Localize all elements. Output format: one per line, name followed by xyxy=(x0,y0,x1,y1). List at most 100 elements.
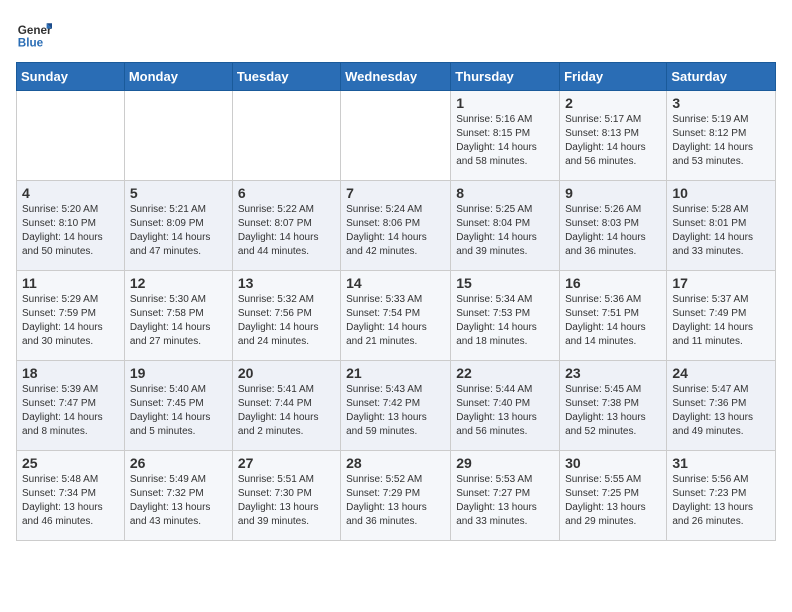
calendar-cell: 11 Sunrise: 5:29 AM Sunset: 7:59 PM Dayli… xyxy=(17,271,125,361)
day-info: Sunrise: 5:24 AM Sunset: 8:06 PM Dayligh… xyxy=(346,203,445,259)
day-info: Sunrise: 5:17 AM Sunset: 8:13 PM Dayligh… xyxy=(565,113,661,169)
day-info: Sunrise: 5:48 AM Sunset: 7:34 PM Dayligh… xyxy=(22,473,119,529)
day-number: 24 xyxy=(672,365,770,381)
day-number: 15 xyxy=(456,275,554,291)
day-info: Sunrise: 5:34 AM Sunset: 7:53 PM Dayligh… xyxy=(456,293,554,349)
weekday-header-thursday: Thursday xyxy=(451,63,560,91)
day-info: Sunrise: 5:55 AM Sunset: 7:25 PM Dayligh… xyxy=(565,473,661,529)
day-info: Sunrise: 5:37 AM Sunset: 7:49 PM Dayligh… xyxy=(672,293,770,349)
day-number: 31 xyxy=(672,455,770,471)
weekday-header-row: SundayMondayTuesdayWednesdayThursdayFrid… xyxy=(17,63,776,91)
calendar-cell: 9 Sunrise: 5:26 AM Sunset: 8:03 PM Daylig… xyxy=(560,181,667,271)
calendar-cell: 30 Sunrise: 5:55 AM Sunset: 7:25 PM Dayli… xyxy=(560,451,667,541)
day-number: 12 xyxy=(130,275,227,291)
weekday-header-wednesday: Wednesday xyxy=(341,63,451,91)
day-info: Sunrise: 5:36 AM Sunset: 7:51 PM Dayligh… xyxy=(565,293,661,349)
calendar-cell xyxy=(124,91,232,181)
weekday-header-sunday: Sunday xyxy=(17,63,125,91)
calendar-cell: 8Sunrise: 5:25 AM Sunset: 8:04 PM Daylig… xyxy=(451,181,560,271)
calendar-week-row: 1 Sunrise: 5:16 AM Sunset: 8:15 PM Daylig… xyxy=(17,91,776,181)
calendar-week-row: 18Sunrise: 5:39 AM Sunset: 7:47 PM Dayli… xyxy=(17,361,776,451)
calendar-cell: 26 Sunrise: 5:49 AM Sunset: 7:32 PM Dayli… xyxy=(124,451,232,541)
day-number: 23 xyxy=(565,365,661,381)
day-number: 13 xyxy=(238,275,335,291)
day-number: 2 xyxy=(565,95,661,111)
day-info: Sunrise: 5:32 AM Sunset: 7:56 PM Dayligh… xyxy=(238,293,335,349)
weekday-header-tuesday: Tuesday xyxy=(232,63,340,91)
day-number: 6 xyxy=(238,185,335,201)
day-number: 9 xyxy=(565,185,661,201)
calendar-cell: 16 Sunrise: 5:36 AM Sunset: 7:51 PM Dayli… xyxy=(560,271,667,361)
calendar-week-row: 4 Sunrise: 5:20 AM Sunset: 8:10 PM Daylig… xyxy=(17,181,776,271)
calendar-cell: 22Sunrise: 5:44 AM Sunset: 7:40 PM Dayli… xyxy=(451,361,560,451)
day-number: 21 xyxy=(346,365,445,381)
calendar-cell: 10 Sunrise: 5:28 AM Sunset: 8:01 PM Dayli… xyxy=(667,181,776,271)
day-number: 29 xyxy=(456,455,554,471)
day-number: 3 xyxy=(672,95,770,111)
day-info: Sunrise: 5:52 AM Sunset: 7:29 PM Dayligh… xyxy=(346,473,445,529)
calendar-cell xyxy=(17,91,125,181)
day-info: Sunrise: 5:53 AM Sunset: 7:27 PM Dayligh… xyxy=(456,473,554,529)
calendar-cell: 20 Sunrise: 5:41 AM Sunset: 7:44 PM Dayli… xyxy=(232,361,340,451)
calendar-table: SundayMondayTuesdayWednesdayThursdayFrid… xyxy=(16,62,776,541)
page-header: General Blue xyxy=(16,16,776,52)
day-info: Sunrise: 5:28 AM Sunset: 8:01 PM Dayligh… xyxy=(672,203,770,259)
day-number: 26 xyxy=(130,455,227,471)
day-info: Sunrise: 5:20 AM Sunset: 8:10 PM Dayligh… xyxy=(22,203,119,259)
calendar-cell xyxy=(232,91,340,181)
day-number: 19 xyxy=(130,365,227,381)
day-info: Sunrise: 5:51 AM Sunset: 7:30 PM Dayligh… xyxy=(238,473,335,529)
day-number: 5 xyxy=(130,185,227,201)
calendar-cell: 24Sunrise: 5:47 AM Sunset: 7:36 PM Dayli… xyxy=(667,361,776,451)
day-number: 16 xyxy=(565,275,661,291)
calendar-cell: 1 Sunrise: 5:16 AM Sunset: 8:15 PM Daylig… xyxy=(451,91,560,181)
calendar-cell: 3 Sunrise: 5:19 AM Sunset: 8:12 PM Daylig… xyxy=(667,91,776,181)
day-info: Sunrise: 5:56 AM Sunset: 7:23 PM Dayligh… xyxy=(672,473,770,529)
day-number: 25 xyxy=(22,455,119,471)
calendar-cell: 7 Sunrise: 5:24 AM Sunset: 8:06 PM Daylig… xyxy=(341,181,451,271)
day-number: 11 xyxy=(22,275,119,291)
calendar-week-row: 25 Sunrise: 5:48 AM Sunset: 7:34 PM Dayli… xyxy=(17,451,776,541)
calendar-cell: 4 Sunrise: 5:20 AM Sunset: 8:10 PM Daylig… xyxy=(17,181,125,271)
day-info: Sunrise: 5:26 AM Sunset: 8:03 PM Dayligh… xyxy=(565,203,661,259)
day-info: Sunrise: 5:43 AM Sunset: 7:42 PM Dayligh… xyxy=(346,383,445,439)
day-number: 14 xyxy=(346,275,445,291)
weekday-header-monday: Monday xyxy=(124,63,232,91)
logo: General Blue xyxy=(16,16,52,52)
calendar-cell: 15 Sunrise: 5:34 AM Sunset: 7:53 PM Dayli… xyxy=(451,271,560,361)
day-info: Sunrise: 5:30 AM Sunset: 7:58 PM Dayligh… xyxy=(130,293,227,349)
day-info: Sunrise: 5:49 AM Sunset: 7:32 PM Dayligh… xyxy=(130,473,227,529)
day-info: Sunrise: 5:21 AM Sunset: 8:09 PM Dayligh… xyxy=(130,203,227,259)
calendar-cell: 31 Sunrise: 5:56 AM Sunset: 7:23 PM Dayli… xyxy=(667,451,776,541)
weekday-header-friday: Friday xyxy=(560,63,667,91)
day-info: Sunrise: 5:44 AM Sunset: 7:40 PM Dayligh… xyxy=(456,383,554,439)
calendar-cell: 27 Sunrise: 5:51 AM Sunset: 7:30 PM Dayli… xyxy=(232,451,340,541)
day-info: Sunrise: 5:41 AM Sunset: 7:44 PM Dayligh… xyxy=(238,383,335,439)
calendar-cell: 12 Sunrise: 5:30 AM Sunset: 7:58 PM Dayli… xyxy=(124,271,232,361)
day-number: 30 xyxy=(565,455,661,471)
day-info: Sunrise: 5:45 AM Sunset: 7:38 PM Dayligh… xyxy=(565,383,661,439)
day-info: Sunrise: 5:29 AM Sunset: 7:59 PM Dayligh… xyxy=(22,293,119,349)
calendar-cell: 25 Sunrise: 5:48 AM Sunset: 7:34 PM Dayli… xyxy=(17,451,125,541)
day-number: 8 xyxy=(456,185,554,201)
day-number: 7 xyxy=(346,185,445,201)
day-number: 27 xyxy=(238,455,335,471)
day-number: 4 xyxy=(22,185,119,201)
day-info: Sunrise: 5:40 AM Sunset: 7:45 PM Dayligh… xyxy=(130,383,227,439)
day-number: 17 xyxy=(672,275,770,291)
calendar-week-row: 11 Sunrise: 5:29 AM Sunset: 7:59 PM Dayli… xyxy=(17,271,776,361)
calendar-cell: 13 Sunrise: 5:32 AM Sunset: 7:56 PM Dayli… xyxy=(232,271,340,361)
weekday-header-saturday: Saturday xyxy=(667,63,776,91)
calendar-cell: 17 Sunrise: 5:37 AM Sunset: 7:49 PM Dayli… xyxy=(667,271,776,361)
calendar-cell: 29 Sunrise: 5:53 AM Sunset: 7:27 PM Dayli… xyxy=(451,451,560,541)
day-info: Sunrise: 5:19 AM Sunset: 8:12 PM Dayligh… xyxy=(672,113,770,169)
day-info: Sunrise: 5:16 AM Sunset: 8:15 PM Dayligh… xyxy=(456,113,554,169)
svg-text:Blue: Blue xyxy=(18,37,44,50)
logo-icon: General Blue xyxy=(16,16,52,52)
day-number: 10 xyxy=(672,185,770,201)
day-number: 18 xyxy=(22,365,119,381)
calendar-cell: 23 Sunrise: 5:45 AM Sunset: 7:38 PM Dayli… xyxy=(560,361,667,451)
day-number: 1 xyxy=(456,95,554,111)
day-number: 20 xyxy=(238,365,335,381)
calendar-cell: 5 Sunrise: 5:21 AM Sunset: 8:09 PM Daylig… xyxy=(124,181,232,271)
